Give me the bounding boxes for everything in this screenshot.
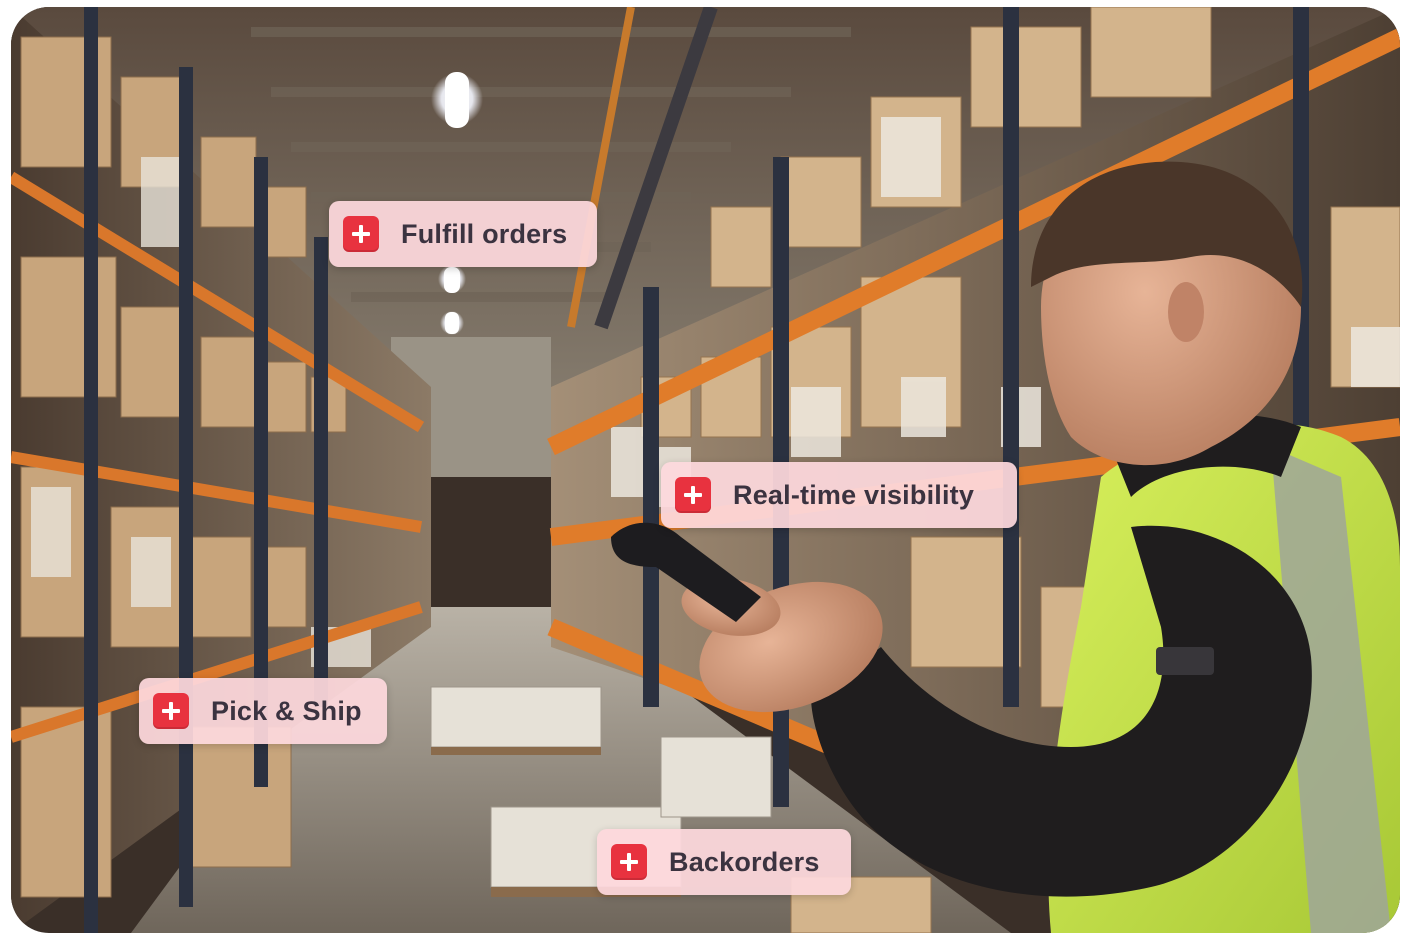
tag-pick-and-ship[interactable]: Pick & Ship [139, 678, 387, 744]
plus-icon [611, 844, 647, 880]
plus-icon [343, 216, 379, 252]
tag-label: Backorders [669, 846, 820, 877]
tag-label: Pick & Ship [211, 695, 362, 726]
photo-frame: Fulfill orders Real-time visibility Pick… [11, 7, 1400, 933]
tag-fulfill-orders[interactable]: Fulfill orders [329, 201, 597, 267]
tag-real-time-visibility[interactable]: Real-time visibility [661, 462, 1017, 528]
plus-icon [675, 477, 711, 513]
tag-backorders[interactable]: Backorders [597, 829, 851, 895]
tag-label: Fulfill orders [401, 218, 568, 249]
tag-label: Real-time visibility [733, 479, 975, 510]
plus-icon [153, 693, 189, 729]
